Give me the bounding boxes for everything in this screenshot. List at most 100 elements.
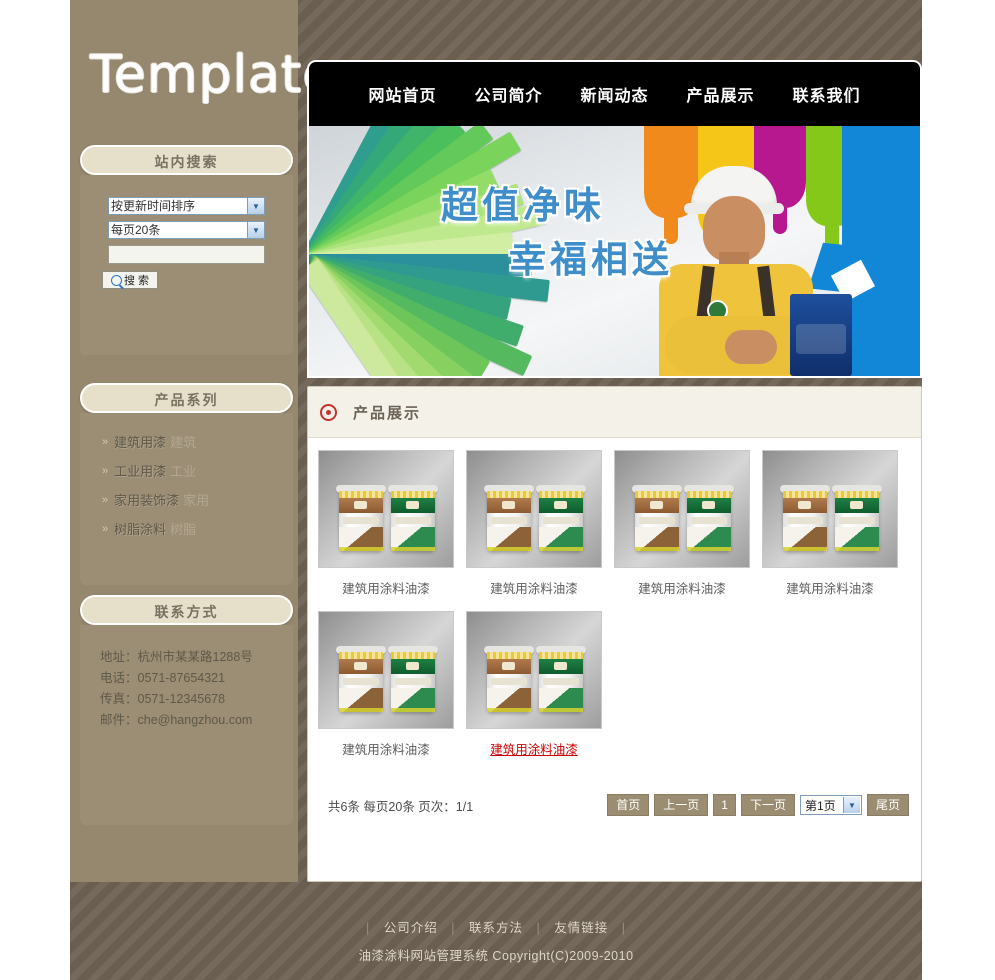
footer-separator: | — [621, 921, 626, 935]
perpage-select-wrapper[interactable]: 每页20条 ▼ — [108, 221, 265, 239]
pagination-info: 共6条 每页20条 页次：1/1 — [328, 799, 474, 814]
prev-page-button[interactable]: 上一页 — [654, 794, 709, 816]
search-button[interactable]: 搜 索 — [102, 271, 158, 289]
series-label: 建筑用漆 — [114, 435, 167, 450]
sort-select-wrapper[interactable]: 按更新时间排序 ▼ — [108, 197, 265, 215]
sidebar-item-industrial-paint[interactable]: » 工业用漆 工业 — [80, 456, 293, 485]
product-series-title: 产品系列 — [80, 383, 293, 413]
paint-bucket-green-image — [388, 485, 438, 551]
perpage-select[interactable]: 每页20条 — [108, 221, 265, 239]
banner-slogan-line1: 超值净味 — [441, 183, 605, 227]
footer-link-friendly[interactable]: 友情链接 — [554, 921, 608, 935]
page-select-value: 第1页 — [804, 798, 836, 813]
sidebar-item-home-decor-paint[interactable]: » 家用装饰漆 家用 — [80, 485, 293, 514]
page-number-1[interactable]: 1 — [713, 794, 736, 816]
last-page-button[interactable]: 尾页 — [866, 794, 909, 816]
paint-bucket-brown-image — [484, 646, 534, 712]
chevron-down-icon: ▼ — [247, 222, 264, 238]
series-ghost-text: 建筑 — [170, 435, 197, 450]
product-caption[interactable]: 建筑用涂料油漆 — [466, 729, 602, 758]
series-ghost-text: 工业 — [170, 464, 197, 479]
chevron-down-icon: ▼ — [842, 797, 860, 813]
chevron-down-icon: ▼ — [247, 198, 264, 214]
bullseye-icon — [320, 403, 337, 421]
product-series-panel: 产品系列 » 建筑用漆 建筑 » 工业用漆 工业 » 家用装饰漆 家用 » 树脂… — [80, 383, 293, 585]
footer-link-about[interactable]: 公司介绍 — [384, 921, 438, 935]
search-button-label: 搜 索 — [123, 275, 150, 287]
pagination-controls: 首页 上一页 1 下一页 第1页 ▼ 尾页 — [607, 794, 909, 816]
product-thumbnail[interactable] — [318, 611, 454, 729]
content-header: 产品展示 — [308, 387, 921, 438]
search-icon — [110, 274, 122, 286]
nav-item-products[interactable]: 产品展示 — [687, 82, 755, 106]
product-thumbnail[interactable] — [318, 450, 454, 568]
paint-bucket-green-image — [684, 485, 734, 551]
product-card: 建筑用涂料油漆 — [466, 611, 614, 758]
product-card: 建筑用涂料油漆 — [762, 450, 910, 597]
footer: | 公司介绍 | 联系方法 | 友情链接 | 油漆涂料网站管理系统 Copyri… — [70, 917, 922, 964]
contact-fax: 传真：0571-12345678 — [100, 692, 226, 706]
footer-separator: | — [366, 921, 371, 935]
product-caption[interactable]: 建筑用涂料油漆 — [614, 568, 750, 597]
paint-bucket-brown-image — [484, 485, 534, 551]
paint-bucket-green-image — [536, 485, 586, 551]
next-page-button[interactable]: 下一页 — [740, 794, 795, 816]
hands-shape — [725, 330, 777, 364]
contact-panel-body: 地址：杭州市某某路1288号 电话：0571-87654321 传真：0571-… — [80, 625, 293, 825]
search-panel: 站内搜索 按更新时间排序 ▼ 每页20条 ▼ 搜 索 — [80, 145, 293, 355]
paint-bucket-brown-image — [336, 646, 386, 712]
product-caption[interactable]: 建筑用涂料油漆 — [318, 568, 454, 597]
series-ghost-text: 家用 — [183, 493, 210, 508]
paint-bucket-green-image — [832, 485, 882, 551]
chevron-right-icon: » — [102, 435, 108, 448]
product-grid: 建筑用涂料油漆 建筑用涂料油漆 建筑用涂料油漆 建筑用涂料油漆 建筑用涂料油漆 建筑用涂料… — [308, 438, 921, 772]
content-panel: 产品展示 建筑用涂料油漆 建筑用涂料油漆 建筑用涂料油漆 建筑用涂料油漆 建筑用涂料油漆… — [307, 386, 922, 882]
product-card: 建筑用涂料油漆 — [466, 450, 614, 597]
product-thumbnail[interactable] — [762, 450, 898, 568]
banner-slogan-line2: 幸福相送 — [509, 237, 673, 281]
product-card: 建筑用涂料油漆 — [318, 611, 466, 758]
paint-can-image — [790, 294, 852, 376]
copyright-text: 油漆涂料网站管理系统 Copyright(C)2009-2010 — [358, 949, 634, 963]
product-series-body: » 建筑用漆 建筑 » 工业用漆 工业 » 家用装饰漆 家用 » 树脂涂料 树脂 — [80, 413, 293, 585]
nav-item-home[interactable]: 网站首页 — [368, 82, 436, 106]
sidebar-item-architectural-paint[interactable]: » 建筑用漆 建筑 — [80, 427, 293, 456]
page-select[interactable]: 第1页 ▼ — [799, 795, 862, 815]
contact-panel-title: 联系方式 — [80, 595, 293, 625]
nav-item-news[interactable]: 新闻动态 — [580, 82, 648, 106]
paint-bucket-brown-image — [336, 485, 386, 551]
product-thumbnail[interactable] — [466, 450, 602, 568]
product-caption[interactable]: 建筑用涂料油漆 — [762, 568, 898, 597]
product-caption[interactable]: 建筑用涂料油漆 — [466, 568, 602, 597]
banner-slogan: 超值净味 幸福相送 — [441, 178, 781, 286]
sidebar-item-resin-coating[interactable]: » 树脂涂料 树脂 — [80, 514, 293, 543]
product-card: 建筑用涂料油漆 — [614, 450, 762, 597]
paint-bucket-brown-image — [780, 485, 830, 551]
paint-bucket-brown-image — [632, 485, 682, 551]
nav-item-about[interactable]: 公司简介 — [474, 82, 542, 106]
search-input[interactable] — [108, 245, 265, 264]
hero-banner[interactable]: 超值净味 幸福相送 — [307, 126, 922, 378]
product-thumbnail[interactable] — [466, 611, 602, 729]
product-card: 建筑用涂料油漆 — [318, 450, 466, 597]
pagination: 共6条 每页20条 页次：1/1 首页 上一页 1 下一页 第1页 ▼ 尾页 — [308, 785, 923, 825]
series-label: 家用装饰漆 — [114, 493, 180, 508]
search-panel-title: 站内搜索 — [80, 145, 293, 175]
contact-email: 邮件：che@hangzhou.com — [100, 713, 253, 727]
product-thumbnail[interactable] — [614, 450, 750, 568]
blue-paint-panel — [842, 126, 920, 376]
first-page-button[interactable]: 首页 — [607, 794, 650, 816]
chevron-right-icon: » — [102, 464, 108, 477]
contact-address: 地址：杭州市某某路1288号 — [100, 650, 253, 664]
series-label: 工业用漆 — [114, 464, 167, 479]
product-caption[interactable]: 建筑用涂料油漆 — [318, 729, 454, 758]
page-title: 产品展示 — [353, 404, 422, 422]
sort-select[interactable]: 按更新时间排序 — [108, 197, 265, 215]
paint-bucket-green-image — [536, 646, 586, 712]
footer-links: | 公司介绍 | 联系方法 | 友情链接 | — [70, 917, 922, 936]
chevron-right-icon: » — [102, 522, 108, 535]
nav-item-contact[interactable]: 联系我们 — [793, 82, 861, 106]
paint-bucket-green-image — [388, 646, 438, 712]
footer-link-contact[interactable]: 联系方法 — [469, 921, 523, 935]
footer-separator: | — [536, 921, 541, 935]
